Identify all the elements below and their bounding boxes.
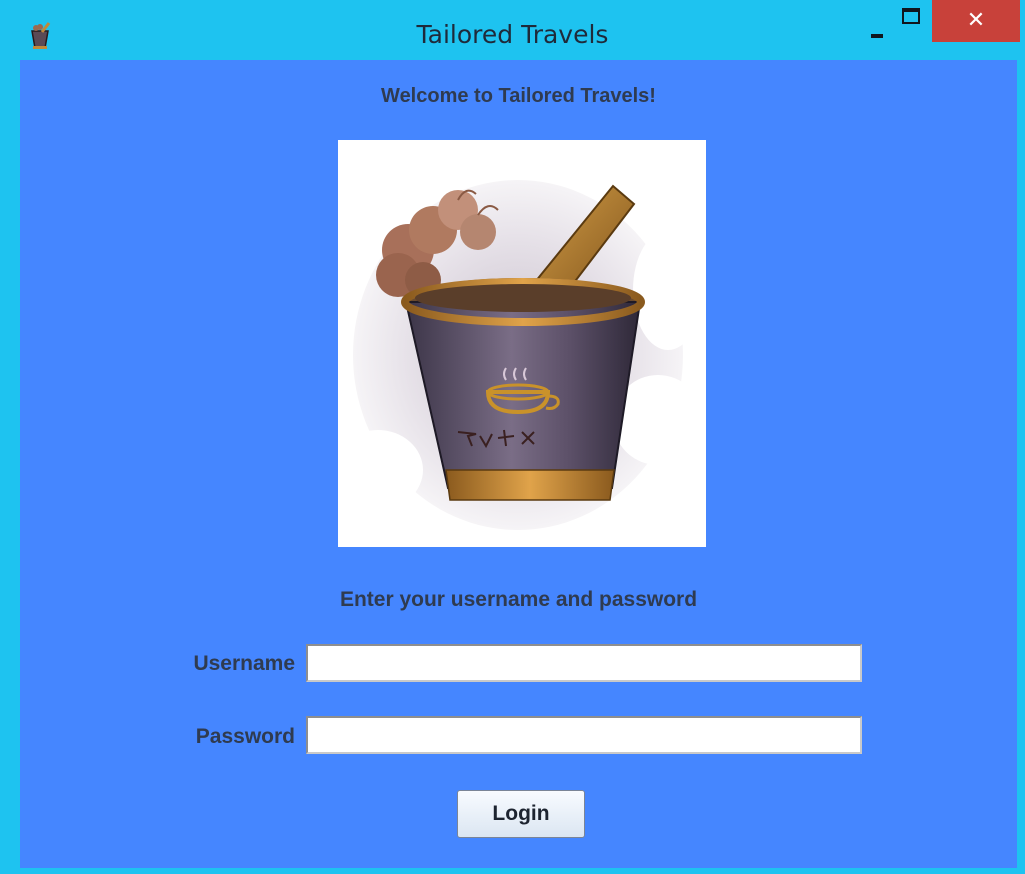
welcome-heading: Welcome to Tailored Travels!: [381, 85, 656, 107]
minimize-icon[interactable]: [862, 4, 892, 38]
login-instructions: Enter your username and password: [339, 588, 698, 611]
username-field[interactable]: [306, 644, 862, 682]
app-window: Tailored Travels ✕ Welcome to Tailored T…: [0, 0, 1025, 874]
title-bar[interactable]: Tailored Travels ✕: [0, 0, 1025, 60]
logo-image: [338, 140, 706, 547]
login-panel: Welcome to Tailored Travels! Enter your …: [20, 60, 1017, 868]
password-label: Password: [195, 725, 295, 748]
close-icon[interactable]: ✕: [932, 0, 1020, 42]
login-button[interactable]: Login: [457, 790, 585, 838]
maximize-icon[interactable]: [896, 4, 926, 34]
username-label: Username: [193, 652, 295, 675]
password-field[interactable]: [306, 716, 862, 754]
